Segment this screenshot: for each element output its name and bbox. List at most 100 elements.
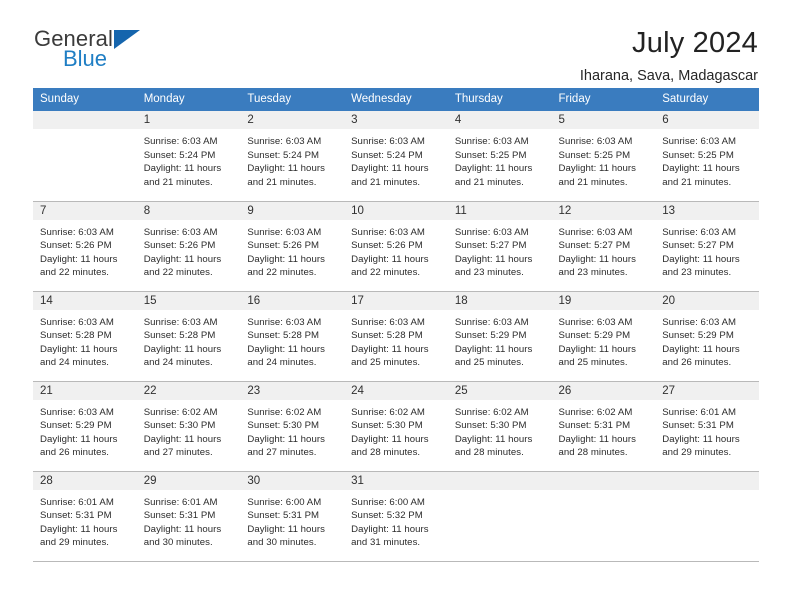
sunrise-text: Sunrise: 6:00 AM: [351, 496, 425, 508]
day-cell-5[interactable]: 5 Sunrise: 6:03 AM Sunset: 5:25 PM Daylight…: [551, 111, 656, 202]
day-details: Sunrise: 6:01 AM Sunset: 5:31 PM Daylight:…: [137, 490, 241, 550]
day-cell-11[interactable]: 11 Sunrise: 6:03 AM Sunset: 5:27 PM Dayligh…: [447, 201, 552, 292]
day-number: 22: [136, 381, 241, 400]
day-cell-6[interactable]: 6 Sunrise: 6:03 AM Sunset: 5:25 PM Daylight…: [655, 111, 759, 202]
daylight-text: Daylight: 11 hours: [143, 433, 222, 445]
daylight-text: and 31 minutes.: [351, 537, 421, 549]
day-cell-21[interactable]: 21 Sunrise: 6:03 AM Sunset: 5:29 PM Dayligh…: [33, 381, 137, 472]
sunset-text: Sunset: 5:31 PM: [40, 510, 112, 522]
day-cell-22[interactable]: 22 Sunrise: 6:02 AM Sunset: 5:30 PM Dayligh…: [136, 381, 241, 472]
day-cell-12[interactable]: 12 Sunrise: 6:03 AM Sunset: 5:27 PM Dayligh…: [551, 201, 656, 292]
sunset-text: Sunset: 5:28 PM: [40, 330, 112, 342]
day-number: 5: [551, 111, 656, 129]
daylight-text: and 23 minutes.: [662, 267, 732, 279]
day-cell-18[interactable]: 18 Sunrise: 6:03 AM Sunset: 5:29 PM Dayligh…: [447, 291, 552, 382]
sunrise-text: Sunrise: 6:03 AM: [143, 226, 218, 238]
day-number: 31: [344, 471, 448, 490]
sunrise-text: Sunrise: 6:03 AM: [662, 136, 737, 147]
day-cell-30[interactable]: 30 Sunrise: 6:00 AM Sunset: 5:31 PM Dayligh…: [240, 471, 345, 562]
daylight-text: and 23 minutes.: [558, 267, 628, 279]
day-details: Sunrise: 6:03 AM Sunset: 5:28 PM Daylight:…: [344, 310, 448, 370]
day-number: 21: [33, 381, 137, 400]
sunset-text: Sunset: 5:31 PM: [558, 420, 631, 432]
daylight-text: Daylight: 11 hours: [454, 163, 533, 175]
day-number: 7: [33, 201, 137, 220]
day-cell-empty: [551, 471, 656, 562]
daylight-text: Daylight: 11 hours: [40, 253, 118, 265]
day-details: Sunrise: 6:03 AM Sunset: 5:24 PM Daylight:…: [137, 129, 241, 189]
sunset-text: Sunset: 5:29 PM: [662, 330, 734, 342]
day-number: 2: [240, 111, 345, 129]
day-cell-25[interactable]: 25 Sunrise: 6:02 AM Sunset: 5:30 PM Dayligh…: [447, 381, 552, 472]
day-cell-2[interactable]: 2 Sunrise: 6:03 AM Sunset: 5:24 PM Daylight…: [240, 111, 345, 202]
day-cell-9[interactable]: 9 Sunrise: 6:03 AM Sunset: 5:26 PM Daylight…: [240, 201, 345, 292]
sunset-text: Sunset: 5:29 PM: [558, 330, 631, 342]
day-number: 19: [551, 291, 656, 310]
daylight-text: and 21 minutes.: [143, 176, 213, 188]
day-cell-17[interactable]: 17 Sunrise: 6:03 AM Sunset: 5:28 PM Dayligh…: [344, 291, 448, 382]
day-cell-20[interactable]: 20 Sunrise: 6:03 AM Sunset: 5:29 PM Dayligh…: [655, 291, 759, 382]
sunset-text: Sunset: 5:24 PM: [247, 149, 320, 161]
daylight-text: Daylight: 11 hours: [247, 343, 325, 355]
sunrise-text: Sunrise: 6:03 AM: [558, 136, 633, 147]
day-cell-8[interactable]: 8 Sunrise: 6:03 AM Sunset: 5:26 PM Daylight…: [136, 201, 241, 292]
day-cell-31[interactable]: 31 Sunrise: 6:00 AM Sunset: 5:32 PM Dayligh…: [344, 471, 448, 562]
sunrise-text: Sunrise: 6:00 AM: [247, 496, 322, 508]
daylight-text: Daylight: 11 hours: [143, 163, 222, 175]
day-cell-3[interactable]: 3 Sunrise: 6:03 AM Sunset: 5:24 PM Daylight…: [344, 111, 448, 202]
daylight-text: Daylight: 11 hours: [40, 433, 118, 445]
day-cell-7[interactable]: 7 Sunrise: 6:03 AM Sunset: 5:26 PM Daylight…: [33, 201, 137, 292]
day-number: 3: [344, 111, 448, 129]
day-cell-26[interactable]: 26 Sunrise: 6:02 AM Sunset: 5:31 PM Dayligh…: [551, 381, 656, 472]
weekday-header-thursday: Thursday: [447, 88, 552, 111]
sunset-text: Sunset: 5:26 PM: [247, 240, 320, 252]
day-cell-13[interactable]: 13 Sunrise: 6:03 AM Sunset: 5:27 PM Dayligh…: [655, 201, 759, 292]
day-cell-29[interactable]: 29 Sunrise: 6:01 AM Sunset: 5:31 PM Dayligh…: [136, 471, 241, 562]
day-cell-15[interactable]: 15 Sunrise: 6:03 AM Sunset: 5:28 PM Dayligh…: [136, 291, 241, 382]
page-header: General Blue July 2024 Iharana, Sava, Ma…: [0, 0, 792, 85]
day-cell-4[interactable]: 4 Sunrise: 6:03 AM Sunset: 5:25 PM Daylight…: [447, 111, 552, 202]
day-cell-16[interactable]: 16 Sunrise: 6:03 AM Sunset: 5:28 PM Dayligh…: [240, 291, 345, 382]
day-details: Sunrise: 6:02 AM Sunset: 5:30 PM Daylight:…: [240, 400, 344, 460]
calendar-page: General Blue July 2024 Iharana, Sava, Ma…: [0, 0, 792, 612]
sunset-text: Sunset: 5:31 PM: [662, 420, 734, 432]
daylight-text: and 21 minutes.: [558, 176, 628, 188]
day-details: [655, 490, 759, 496]
sunrise-text: Sunrise: 6:02 AM: [454, 406, 529, 418]
sunset-text: Sunset: 5:25 PM: [558, 149, 631, 161]
location-subtitle: Iharana, Sava, Madagascar: [579, 68, 758, 85]
sunrise-text: Sunrise: 6:03 AM: [247, 136, 322, 147]
weekday-header-friday: Friday: [551, 88, 656, 111]
day-details: Sunrise: 6:00 AM Sunset: 5:32 PM Daylight:…: [344, 490, 448, 550]
day-details: Sunrise: 6:02 AM Sunset: 5:30 PM Daylight:…: [448, 400, 552, 460]
sunrise-text: Sunrise: 6:03 AM: [40, 316, 114, 328]
daylight-text: and 25 minutes.: [558, 357, 628, 369]
daylight-text: Daylight: 11 hours: [143, 523, 222, 535]
day-details: [552, 490, 656, 496]
sunrise-text: Sunrise: 6:03 AM: [143, 136, 218, 147]
week-row: 7 Sunrise: 6:03 AM Sunset: 5:26 PM Daylight…: [33, 201, 759, 292]
daylight-text: and 24 minutes.: [143, 357, 213, 369]
day-cell-10[interactable]: 10 Sunrise: 6:03 AM Sunset: 5:26 PM Dayligh…: [344, 201, 448, 292]
day-cell-24[interactable]: 24 Sunrise: 6:02 AM Sunset: 5:30 PM Dayligh…: [344, 381, 448, 472]
general-blue-logo[interactable]: General Blue: [34, 28, 154, 74]
daylight-text: and 21 minutes.: [351, 176, 421, 188]
day-cell-19[interactable]: 19 Sunrise: 6:03 AM Sunset: 5:29 PM Dayligh…: [551, 291, 656, 382]
sunrise-text: Sunrise: 6:03 AM: [40, 226, 114, 238]
sunrise-text: Sunrise: 6:03 AM: [40, 406, 114, 418]
sunrise-text: Sunrise: 6:03 AM: [247, 316, 322, 328]
day-cell-28[interactable]: 28 Sunrise: 6:01 AM Sunset: 5:31 PM Dayligh…: [33, 471, 137, 562]
daylight-text: Daylight: 11 hours: [40, 523, 118, 535]
daylight-text: Daylight: 11 hours: [351, 523, 429, 535]
day-cell-23[interactable]: 23 Sunrise: 6:02 AM Sunset: 5:30 PM Dayligh…: [240, 381, 345, 472]
day-cell-1[interactable]: 1 Sunrise: 6:03 AM Sunset: 5:24 PM Daylight…: [136, 111, 241, 202]
day-cell-27[interactable]: 27 Sunrise: 6:01 AM Sunset: 5:31 PM Dayligh…: [655, 381, 759, 472]
daylight-text: Daylight: 11 hours: [351, 433, 429, 445]
day-details: Sunrise: 6:00 AM Sunset: 5:31 PM Daylight:…: [240, 490, 344, 550]
daylight-text: and 30 minutes.: [247, 537, 317, 549]
day-number: 16: [240, 291, 345, 310]
daylight-text: Daylight: 11 hours: [247, 433, 325, 445]
day-number: [33, 111, 137, 129]
day-cell-14[interactable]: 14 Sunrise: 6:03 AM Sunset: 5:28 PM Dayligh…: [33, 291, 137, 382]
day-details: Sunrise: 6:03 AM Sunset: 5:26 PM Daylight:…: [33, 220, 137, 280]
